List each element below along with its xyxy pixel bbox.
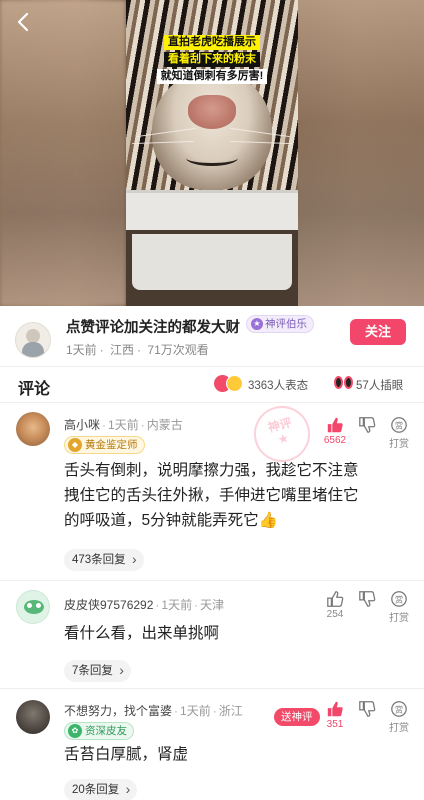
view-count: 71万次观看 [147, 343, 209, 357]
author-avatar[interactable] [15, 322, 51, 358]
coin-icon: 赏 [391, 701, 407, 717]
dislike-button[interactable] [352, 590, 382, 608]
comment-avatar[interactable] [16, 412, 50, 446]
reward-button[interactable]: 赏 打赏 [384, 700, 414, 734]
medal-icon: ◆ [68, 438, 82, 452]
thumbs-down-icon [359, 417, 376, 433]
follow-button[interactable]: 关注 [350, 319, 406, 345]
post-title: 点赞评论加关注的都发大财 [66, 320, 240, 336]
send-god-comment-button[interactable]: 送神评 [274, 708, 320, 726]
like-button[interactable]: 6562 [320, 416, 350, 446]
coin-icon: 赏 [391, 591, 407, 607]
tiger-mouth [186, 150, 238, 166]
comments-header: 评论 3363人表态 57人插眼 [0, 368, 424, 402]
stamp-text: 神评 [266, 415, 294, 435]
comment-text: 舌头有倒刺，说明摩擦力强，我趁它不注意拽住它的舌头往外揪，手伸进它嘴里堵住它的呼… [64, 462, 359, 529]
comment-user-line: 高小咪 · 1天前 · 内蒙古 [64, 418, 183, 432]
smile-emoji-icon [226, 375, 243, 392]
user-title-badge: ✿ 资深皮友 [64, 722, 134, 740]
thumbs-up-icon [327, 417, 343, 433]
badge-label: 神评伯乐 [265, 318, 307, 330]
username[interactable]: 皮皮侠97576292 [64, 598, 153, 612]
peek-count[interactable]: 57人插眼 [356, 377, 403, 393]
reward-label: 打赏 [389, 613, 409, 624]
caption-text: 直拍老虎吃播展示 [164, 35, 260, 50]
replies-button[interactable]: 20条回复 [64, 778, 138, 800]
svg-text:赏: 赏 [395, 705, 403, 715]
comment-avatar[interactable] [16, 590, 50, 624]
username[interactable]: 不想努力，找个富婆 [64, 704, 172, 718]
meta-separator: · [137, 343, 142, 357]
crown-icon: ★ [251, 318, 263, 330]
caption-text: 就知道倒刺有多厉害! [156, 69, 268, 84]
avatar-body [22, 342, 44, 357]
replies-button[interactable]: 7条回复 [64, 659, 131, 682]
post-meta: 1天前 · 江西 · 71万次观看 [66, 341, 212, 358]
reaction-emojis-icon[interactable] [214, 375, 248, 393]
post-region: 江西 [110, 343, 135, 357]
meta-separator: · [99, 343, 104, 357]
god-comment-badge: ★ 神评伯乐 [246, 315, 314, 333]
video-caption-1: 直拍老虎吃播展示 [0, 32, 424, 50]
like-count: 351 [326, 719, 344, 730]
dislike-button[interactable] [352, 416, 382, 434]
caption-text: 看着刮下来的粉末 [164, 52, 260, 67]
comment-time: 1天前 [161, 598, 193, 612]
divider [0, 580, 424, 581]
comment-time: 1天前 [180, 704, 211, 718]
comment-time: 1天前 [108, 418, 139, 432]
video-caption-3: 就知道倒刺有多厉害! [0, 66, 424, 84]
reward-label: 打赏 [389, 723, 409, 734]
video-player[interactable]: 直拍老虎吃播展示 看着刮下来的粉末 就知道倒刺有多厉害! [0, 0, 424, 306]
author-bar: 点赞评论加关注的都发大财 ★ 神评伯乐 1天前 · 江西 · 71万次观看 关注 [0, 306, 424, 366]
thumbs-up-icon [327, 701, 343, 717]
comment-region: 天津 [200, 598, 225, 612]
eyes-icon[interactable] [334, 376, 354, 390]
thumbs-up-icon [327, 591, 344, 607]
divider [0, 402, 424, 403]
video-caption-2: 看着刮下来的粉末 [0, 49, 424, 67]
reward-button[interactable]: 赏 打赏 [384, 416, 414, 450]
comments-title: 评论 [18, 381, 51, 398]
divider [0, 366, 424, 367]
comment-region: 浙江 [218, 704, 243, 718]
comment-text: 看什么看，出来单挑啊 [64, 625, 220, 642]
reward-label: 打赏 [389, 439, 409, 450]
coin-icon: 赏 [391, 417, 407, 433]
like-button[interactable]: 351 [320, 700, 350, 730]
reward-button[interactable]: 赏 打赏 [384, 590, 414, 624]
leaf-icon: ✿ [68, 724, 82, 738]
thumbs-down-icon [359, 591, 376, 607]
post-time: 1天前 [66, 343, 97, 357]
like-button[interactable]: 254 [320, 590, 350, 620]
reaction-count[interactable]: 3363人表态 [248, 377, 308, 393]
divider [0, 688, 424, 689]
svg-text:赏: 赏 [395, 595, 403, 605]
scratch-board-base [126, 230, 298, 306]
back-arrow-icon[interactable] [12, 10, 36, 34]
avatar-head [26, 329, 40, 343]
tiger-nose [188, 95, 236, 129]
username[interactable]: 高小咪 [64, 418, 100, 432]
like-count: 254 [326, 609, 344, 620]
thumbs-down-icon [359, 701, 376, 717]
comment-user-line: 皮皮侠97576292 · 1天前 · 天津 [64, 598, 225, 612]
user-title-badge: ◆ 黄金鉴定师 [64, 436, 145, 454]
scratch-board [126, 190, 298, 230]
badge-label: 黄金鉴定师 [85, 439, 138, 451]
comment-text: 舌苔白厚腻，肾虚 [64, 746, 189, 763]
dislike-button[interactable] [352, 700, 382, 718]
like-count: 6562 [323, 435, 347, 446]
tiger-muzzle [152, 70, 272, 190]
comment-region: 内蒙古 [146, 418, 183, 432]
comment-avatar[interactable] [16, 700, 50, 734]
svg-text:赏: 赏 [395, 421, 403, 431]
badge-label: 资深皮友 [85, 725, 127, 737]
replies-button[interactable]: 473条回复 [64, 548, 144, 571]
comment-user-line: 不想努力，找个富婆 · 1天前 · 浙江 [64, 704, 243, 718]
